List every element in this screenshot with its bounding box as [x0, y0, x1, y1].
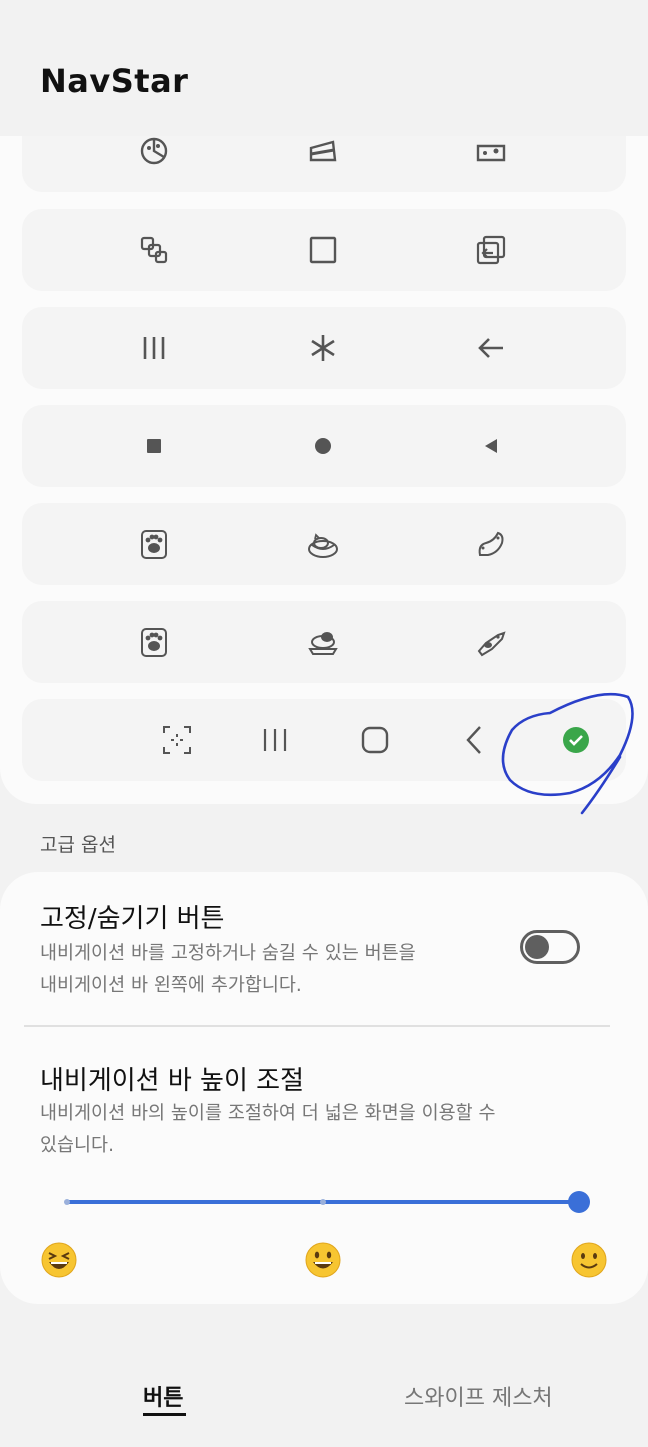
recent-apps-icon [250, 699, 300, 781]
back-box-icon [461, 209, 521, 291]
toggle-knob [525, 935, 549, 959]
nav-style-option-boxes[interactable] [22, 209, 626, 291]
pin-hide-title[interactable]: 고정/숨기기 버튼 [40, 898, 224, 935]
arrow-left-icon [461, 307, 521, 389]
pin-hide-description: 내비게이션 바를 고정하거나 숨길 수 있는 버튼을 내비게이션 바 왼쪽에 추… [40, 943, 416, 996]
dog-paw-icon [124, 601, 184, 683]
nav-style-option-lines[interactable] [22, 307, 626, 389]
tab-swipe-gestures[interactable]: 스와이프 제스처 [404, 1380, 553, 1412]
home-rounded-square-icon [350, 699, 400, 781]
recent-apps-squares-icon [124, 209, 184, 291]
screenshot-dashed-icon [152, 699, 202, 781]
height-slider-thumb[interactable] [568, 1191, 590, 1213]
filled-square-icon [124, 405, 184, 487]
pin-hide-toggle[interactable] [520, 930, 580, 964]
pizza-icon [124, 136, 184, 192]
sleeping-dog-icon [293, 601, 353, 683]
nav-style-option-shapes[interactable] [22, 405, 626, 487]
section-label-advanced: 고급 옵션 [40, 834, 116, 856]
cake-icon [293, 136, 353, 192]
laughing-squint-emoji [41, 1242, 77, 1278]
three-bars-icon [124, 307, 184, 389]
annotation-circle [501, 692, 634, 815]
cat-paw-icon [124, 503, 184, 585]
tab-buttons[interactable]: 버튼 [143, 1380, 183, 1412]
slight-smile-emoji [571, 1242, 607, 1278]
grinning-emoji [305, 1242, 341, 1278]
filled-circle-icon [293, 405, 353, 487]
playing-dog-icon [461, 601, 521, 683]
nav-style-option-cats[interactable] [22, 503, 626, 585]
slider-tick-mid [320, 1199, 326, 1205]
slider-tick-low [64, 1199, 70, 1205]
filled-triangle-left-icon [461, 405, 521, 487]
asterisk-icon [293, 307, 353, 389]
height-adjust-title: 내비게이션 바 높이 조절 [40, 1066, 304, 1096]
cheese-icon [461, 136, 521, 192]
app-header: NavStar [0, 0, 648, 136]
divider [24, 1025, 610, 1027]
tab-active-indicator [143, 1413, 186, 1416]
height-adjust-description: 내비게이션 바의 높이를 조절하여 더 넓은 화면을 이용할 수 있습니다. [40, 1103, 496, 1156]
sleeping-cat-icon [293, 503, 353, 585]
home-square-icon [293, 209, 353, 291]
page-title: NavStar [40, 62, 189, 100]
nav-style-option-food[interactable] [22, 136, 626, 192]
nav-style-option-dogs[interactable] [22, 601, 626, 683]
playing-cat-icon [461, 503, 521, 585]
